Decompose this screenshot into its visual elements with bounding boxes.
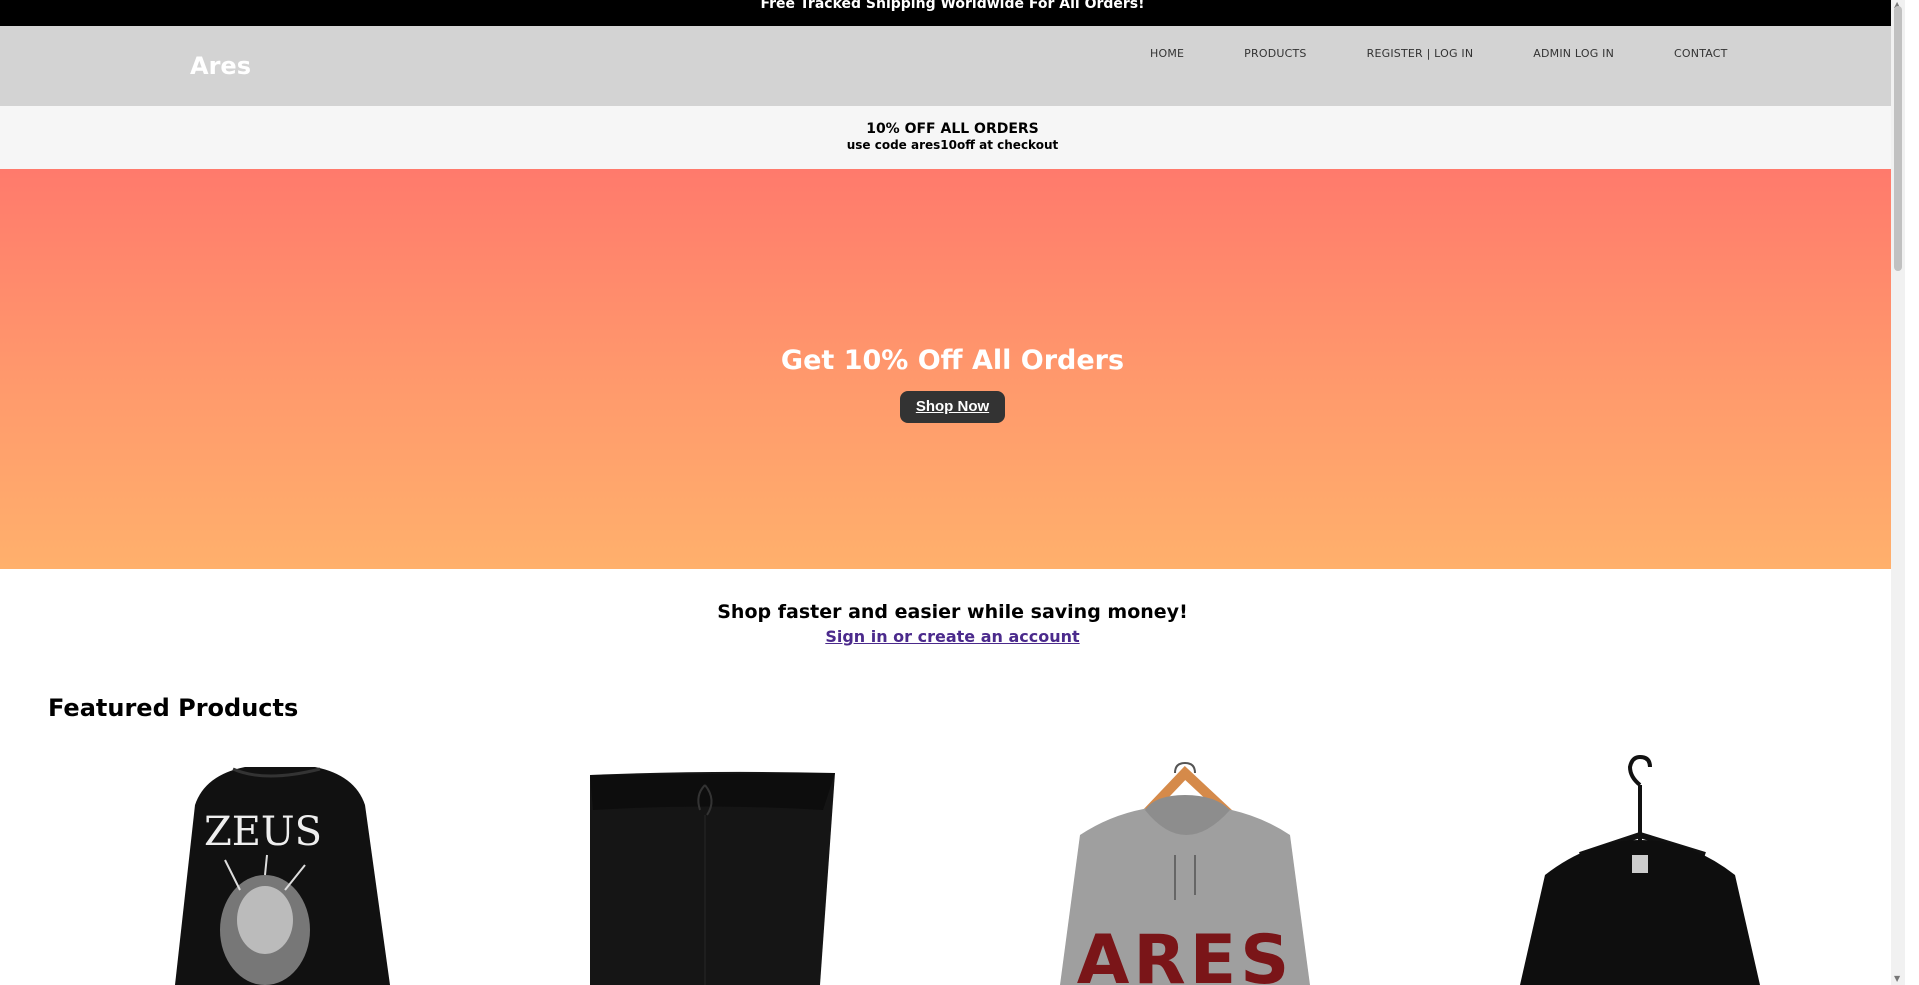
- nav-products[interactable]: PRODUCTS: [1244, 47, 1306, 60]
- shop-now-button[interactable]: Shop Now: [900, 391, 1005, 423]
- ares-print-text: ARES: [1077, 921, 1293, 985]
- nav-register-login[interactable]: REGISTER | LOG IN: [1367, 47, 1474, 60]
- black-sweatshirt-image: [1520, 754, 1760, 985]
- zeus-jacket-image: ZEUS: [175, 767, 390, 985]
- featured-products: ZEUS ARES: [0, 754, 1905, 985]
- hero-banner: Get 10% Off All Orders Shop Now: [0, 169, 1905, 569]
- promo-code-text: use code ares10off at checkout: [846, 138, 1059, 152]
- signin-link[interactable]: Sign in or create an account: [825, 627, 1079, 646]
- promo-banner: 10% OFF ALL ORDERS use code ares10off at…: [0, 106, 1905, 169]
- signup-prompt: Shop faster and easier while saving mone…: [0, 569, 1905, 646]
- zeus-print-text: ZEUS: [204, 809, 322, 855]
- signup-text: Shop faster and easier while saving mone…: [717, 601, 1188, 623]
- nav-admin-login[interactable]: ADMIN LOG IN: [1533, 47, 1614, 60]
- shipping-banner-text: Free Tracked Shipping Worldwide For All …: [760, 0, 1145, 12]
- page: Free Tracked Shipping Worldwide For All …: [0, 0, 1905, 985]
- main-nav: HOME PRODUCTS REGISTER | LOG IN ADMIN LO…: [1150, 47, 1788, 60]
- scroll-down-arrow-icon[interactable]: ▼: [1894, 974, 1900, 983]
- product-card[interactable]: [1490, 754, 1790, 985]
- promo-headline: 10% OFF ALL ORDERS: [866, 121, 1039, 137]
- nav-home[interactable]: HOME: [1150, 47, 1184, 60]
- hero-title: Get 10% Off All Orders: [780, 345, 1125, 376]
- black-shorts-image: [590, 771, 835, 985]
- page-scrollbar[interactable]: ▲ ▼: [1891, 0, 1905, 985]
- product-card[interactable]: ARES: [1035, 755, 1335, 985]
- product-card[interactable]: [555, 755, 855, 985]
- shipping-banner: Free Tracked Shipping Worldwide For All …: [0, 0, 1905, 26]
- brand-logo[interactable]: Ares: [190, 52, 251, 80]
- site-header: Ares HOME PRODUCTS REGISTER | LOG IN ADM…: [0, 26, 1905, 106]
- featured-title: Featured Products: [48, 694, 299, 722]
- nav-contact[interactable]: CONTACT: [1674, 47, 1728, 60]
- product-card[interactable]: ZEUS: [115, 755, 415, 985]
- grey-hoodie-image: ARES: [1060, 762, 1310, 985]
- scrollbar-thumb[interactable]: [1894, 6, 1902, 271]
